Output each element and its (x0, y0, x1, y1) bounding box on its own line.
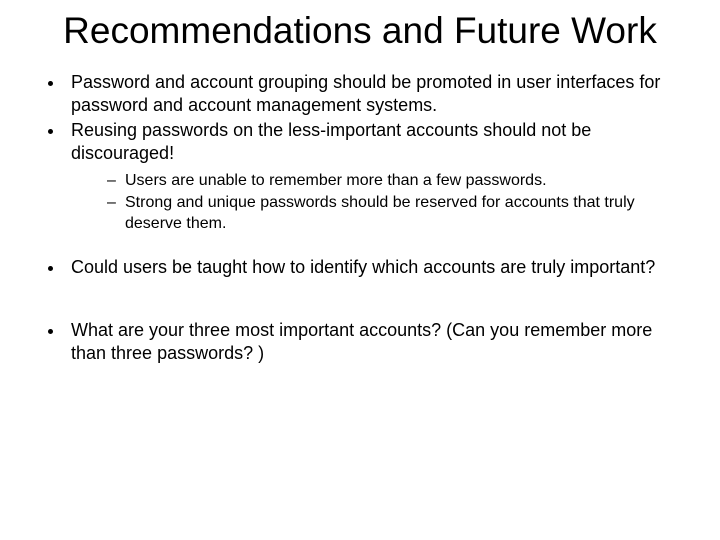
bullet-text: Reusing passwords on the less-important … (71, 120, 591, 163)
sub-bullet-item: Users are unable to remember more than a… (107, 171, 680, 191)
slide-title: Recommendations and Future Work (36, 10, 684, 53)
sub-bullet-list: Users are unable to remember more than a… (71, 171, 680, 234)
main-bullet-list: Password and account grouping should be … (0, 71, 720, 366)
bullet-item: Could users be taught how to identify wh… (65, 256, 680, 279)
bullet-item: What are your three most important accou… (65, 319, 680, 365)
slide-container: Recommendations and Future Work Password… (0, 0, 720, 540)
bullet-item: Reusing passwords on the less-important … (65, 119, 680, 234)
sub-bullet-item: Strong and unique passwords should be re… (107, 193, 680, 234)
bullet-item: Password and account grouping should be … (65, 71, 680, 117)
